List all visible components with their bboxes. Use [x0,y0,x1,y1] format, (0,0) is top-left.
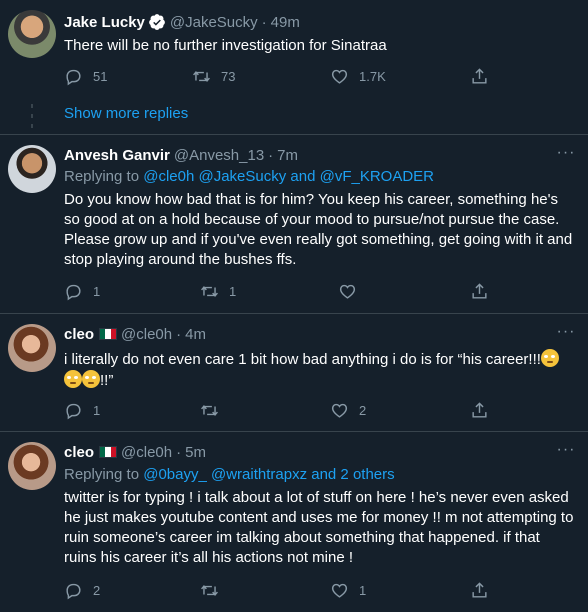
thread-line [31,114,33,118]
reply-icon [66,403,81,419]
verified-icon [149,14,165,30]
like-count: 2 [359,402,367,418]
retweet-count: 73 [221,68,236,84]
replying-mentions[interactable]: @cle0h @JakeSucky and @vF_KROADER [143,168,434,185]
like-icon [331,583,348,598]
retweet-button[interactable]: 1 [200,281,236,301]
author-handle[interactable]: @JakeSucky [170,14,258,31]
avatar[interactable] [8,145,56,193]
reply-icon [66,583,81,599]
like-button[interactable] [338,281,367,301]
author-name[interactable]: cleo [64,326,94,343]
more-icon[interactable]: ··· [556,145,576,167]
tweet-header: Jake Lucky @JakeSucky · 49m [64,12,300,32]
separator-dot: · [176,443,182,461]
rolling-eyes-emoji-icon [64,370,82,388]
more-icon[interactable]: ··· [556,442,576,464]
like-icon [331,69,348,84]
avatar[interactable] [8,442,56,490]
tweet-header: cleo @cle0h · 4m [64,324,206,344]
author-handle[interactable]: @Anvesh_13 [174,147,264,164]
tweet-actions: 2 1 [56,580,496,600]
tweet-jake[interactable]: Jake Lucky @JakeSucky · 49m There will b… [0,0,588,98]
tweet-anvesh[interactable]: Anvesh Ganvir @Anvesh_13 · 7m ··· Replyi… [0,135,588,313]
share-button[interactable] [470,281,489,301]
separator-dot: · [261,13,267,31]
retweet-button[interactable]: 73 [192,66,235,86]
retweet-icon [201,285,218,297]
replying-prefix: Replying to [64,168,140,185]
timestamp[interactable]: 7m [277,147,298,164]
reply-button[interactable]: 2 [64,580,100,600]
tweet-header: Anvesh Ganvir @Anvesh_13 · 7m [64,145,298,165]
mexico-flag-icon [99,446,118,458]
replying-mentions[interactable]: @0bayy_ @wraithtrapxz and 2 others [143,466,394,483]
reply-icon [66,69,81,85]
retweet-icon [201,404,218,416]
tweet-actions: 51 73 1.7K [56,66,496,86]
tweet-actions: 1 1 [56,281,496,301]
share-icon [472,67,487,84]
replying-prefix: Replying to [64,466,140,483]
share-icon [472,282,487,299]
retweet-button[interactable] [200,580,229,600]
author-handle[interactable]: @cle0h [121,326,172,343]
retweet-count: 1 [229,283,237,299]
retweet-button[interactable] [200,400,229,420]
timestamp[interactable]: 5m [185,444,206,461]
tweet-actions: 1 2 [56,400,496,420]
timestamp[interactable]: 4m [185,326,206,343]
replying-to: Replying to @0bayy_ @wraithtrapxz and 2 … [64,466,395,483]
share-button[interactable] [470,580,489,600]
timestamp[interactable]: 49m [271,14,300,31]
like-count: 1 [359,582,367,598]
rolling-eyes-emoji-icon [540,349,559,367]
share-button[interactable] [470,66,489,86]
like-button[interactable]: 1 [330,580,366,600]
avatar[interactable] [8,10,56,58]
reply-count: 2 [93,582,101,598]
thread-line [31,104,33,108]
tweet-text-part: !!” [100,372,114,389]
reply-icon [66,284,81,300]
tweet-cleo-2[interactable]: cleo @cle0h · 5m ··· Replying to @0bayy_… [0,432,588,612]
retweet-icon [193,70,210,82]
share-icon [472,581,487,598]
separator-dot: · [176,325,182,343]
like-button[interactable]: 2 [330,400,366,420]
share-icon [472,401,487,418]
reply-button[interactable]: 1 [64,400,100,420]
author-name[interactable]: cleo [64,444,94,461]
tweet-text: There will be no further investigation f… [64,37,387,54]
reply-count: 51 [93,68,108,84]
tweet-text: i literally do not even care 1 bit how b… [64,349,576,391]
tweet-text-part: i literally do not even care 1 bit how b… [64,351,541,368]
avatar[interactable] [8,324,56,372]
like-icon [339,284,356,299]
mexico-flag-icon [99,328,118,340]
rolling-eyes-emoji-icon [82,370,100,388]
more-icon[interactable]: ··· [556,324,576,346]
separator-dot: · [268,146,274,164]
tweet-header: cleo @cle0h · 5m [64,442,206,462]
reply-button[interactable]: 1 [64,281,100,301]
reply-count: 1 [93,283,101,299]
show-more-replies-link[interactable]: Show more replies [64,105,188,122]
tweet-text: twitter is for typing ! i talk about a l… [64,489,574,566]
like-count: 1.7K [359,68,386,84]
like-button[interactable]: 1.7K [330,66,386,86]
tweet-cleo-1[interactable]: cleo @cle0h · 4m ··· i literally do not … [0,314,588,430]
share-button[interactable] [470,400,489,420]
replying-to: Replying to @cle0h @JakeSucky and @vF_KR… [64,168,434,185]
author-handle[interactable]: @cle0h [121,444,172,461]
author-name[interactable]: Anvesh Ganvir [64,147,170,164]
retweet-icon [201,584,218,596]
author-name[interactable]: Jake Lucky [64,14,145,31]
reply-button[interactable]: 51 [64,66,107,86]
thread-line [31,124,33,128]
tweet-text: Do you know how bad that is for him? You… [64,191,573,268]
like-icon [331,403,348,418]
reply-count: 1 [93,402,101,418]
